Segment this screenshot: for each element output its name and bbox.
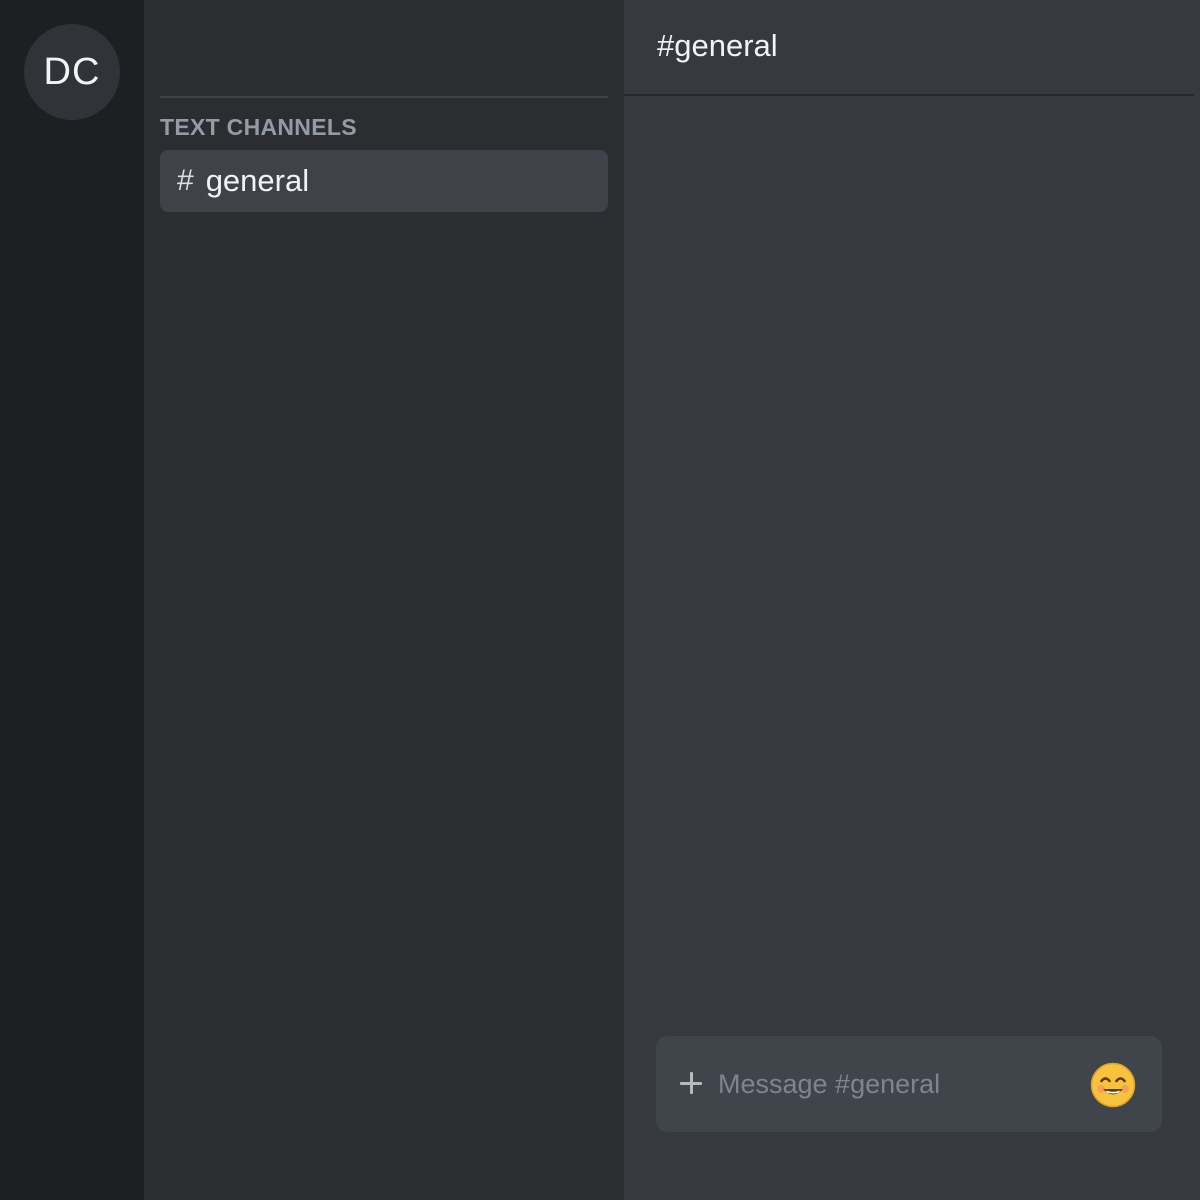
channel-name: general (205, 163, 310, 198)
chat-header: #general (624, 0, 1194, 96)
hash-icon: # (177, 164, 194, 197)
chat-main: #general (624, 0, 1200, 1200)
plus-icon[interactable] (678, 1070, 704, 1096)
server-rail: DC (0, 0, 144, 1200)
channel-title: #general (657, 28, 778, 63)
channel-item-general[interactable]: # general (160, 150, 608, 212)
chat-app: DC TEXT CHANNELS # general #general (0, 0, 1200, 1200)
smiling-face-icon[interactable] (1090, 1062, 1136, 1108)
category-label-text-channels[interactable]: TEXT CHANNELS (160, 114, 357, 141)
server-icon-dc[interactable]: DC (24, 24, 120, 120)
channel-sidebar: TEXT CHANNELS # general (144, 0, 624, 1200)
message-list[interactable] (624, 96, 1200, 1026)
server-initials: DC (43, 50, 101, 93)
message-input[interactable] (718, 1060, 1078, 1108)
sidebar-divider (160, 96, 608, 98)
message-composer (656, 1036, 1162, 1132)
